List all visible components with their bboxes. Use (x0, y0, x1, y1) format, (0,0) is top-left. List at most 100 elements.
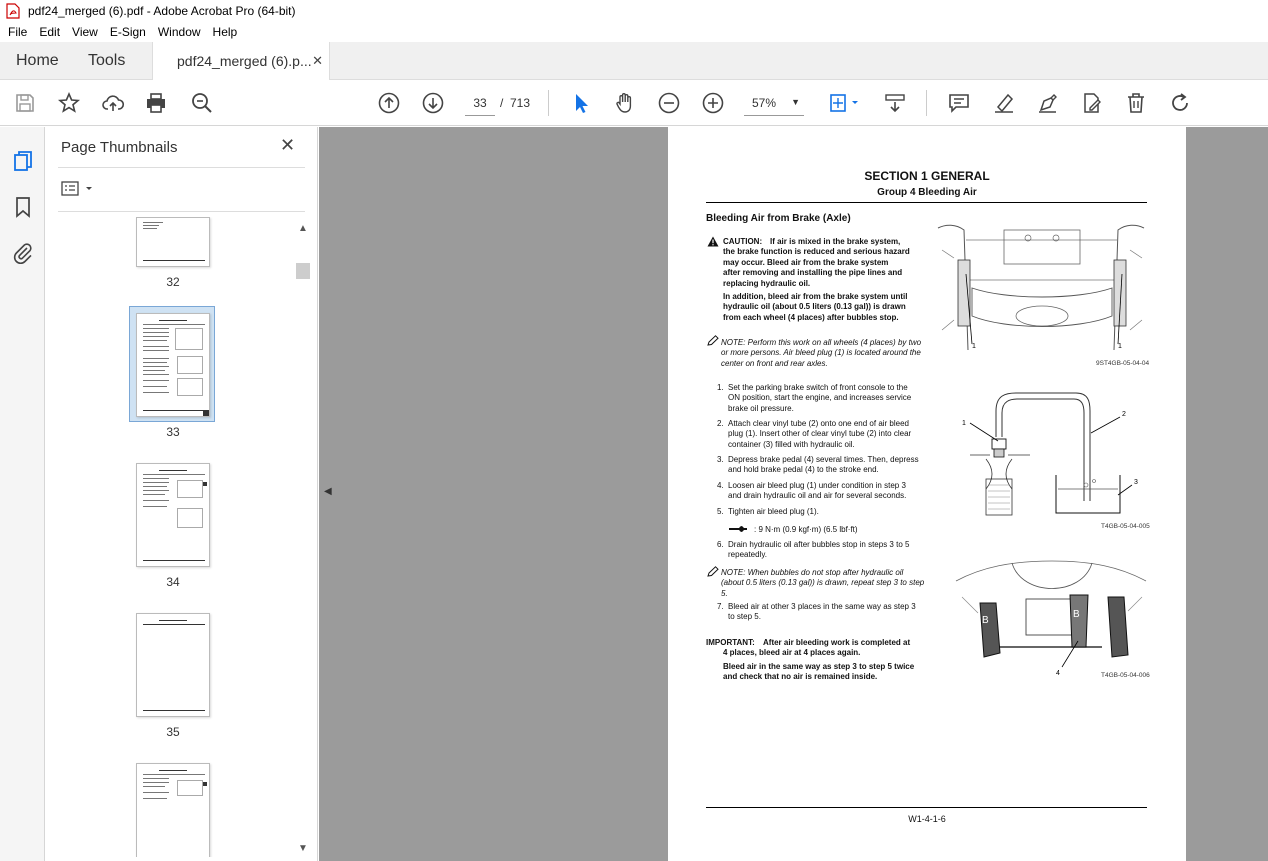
document-viewport[interactable]: ◀ SECTION 1 GENERAL Group 4 Bleeding Air… (319, 127, 1268, 861)
thumbnail-options-button[interactable] (60, 179, 96, 199)
attachment-icon[interactable] (11, 241, 35, 265)
note-line: 5. (721, 588, 728, 598)
step-line: Tighten air bleed plug (1). (728, 507, 819, 516)
menu-view[interactable]: View (66, 25, 104, 39)
close-icon[interactable]: ✕ (280, 135, 295, 156)
footer-rule (706, 807, 1147, 808)
scroll-thumb[interactable] (296, 263, 310, 279)
note-pencil-icon (707, 566, 719, 577)
figure-callout: 1 (962, 420, 966, 427)
hand-tool-icon[interactable] (613, 91, 637, 115)
tab-home[interactable]: Home (16, 52, 59, 70)
next-page-icon[interactable] (421, 91, 445, 115)
thumbnail-label: 32 (166, 275, 180, 289)
page-footer: W1-4-1-6 (908, 814, 946, 824)
wrench-icon (729, 526, 747, 532)
zoom-select[interactable]: 57% ▼ (744, 90, 804, 116)
select-cursor-icon[interactable] (569, 91, 593, 115)
thumbnail-label: 35 (166, 725, 180, 739)
caution-line: If air is mixed in the brake system, (770, 237, 901, 246)
tab-bar: Home Tools pdf24_merged (6).p... ✕ (0, 42, 1268, 81)
caution-line: may occur. Bleed air from the brake syst… (723, 257, 889, 267)
tab-tools[interactable]: Tools (88, 52, 125, 70)
tab-document-label: pdf24_merged (6).p... (177, 53, 312, 69)
save-icon[interactable] (13, 91, 37, 115)
scroll-up-icon[interactable]: ▲ (298, 223, 308, 234)
figure-callout: 1 (1118, 343, 1122, 350)
delete-icon[interactable] (1124, 91, 1148, 115)
rotate-icon[interactable] (1168, 91, 1192, 115)
draw-sign-icon[interactable] (1036, 91, 1060, 115)
note-line: NOTE: When bubbles do not stop after hyd… (721, 568, 904, 577)
menu-window[interactable]: Window (152, 25, 207, 39)
torque-spec: : 9 N·m (0.9 kgf·m) (6.5 lbf·ft) (754, 525, 858, 534)
step-number: 2. (717, 419, 724, 428)
divider (58, 211, 305, 212)
menu-help[interactable]: Help (207, 25, 244, 39)
cloud-upload-icon[interactable] (101, 91, 125, 115)
caution-line: replacing hydraulic oil. (723, 278, 811, 288)
scroll-down-icon[interactable]: ▼ (298, 843, 308, 854)
important-line: After air bleeding work is completed at (763, 638, 911, 647)
step-line: container (3) filled with hydraulic oil. (728, 439, 855, 449)
thumbnails-scrollbar[interactable]: ▲ ▼ (296, 219, 310, 857)
fit-page-icon[interactable] (828, 91, 862, 115)
toolbar-divider (548, 90, 549, 116)
zoom-value: 57% (752, 96, 777, 110)
warning-icon (707, 236, 719, 247)
thumbnail-page-36[interactable] (136, 763, 210, 857)
brake-pedal-figure: B B 4 (955, 560, 1147, 677)
step-line: plug (1). Insert other of clear vinyl tu… (728, 429, 912, 439)
step-line: Bleed air at other 3 places in the same … (728, 602, 916, 611)
acrobat-pdf-icon (6, 3, 20, 19)
title-bar: pdf24_merged (6).pdf - Adobe Acrobat Pro… (0, 0, 1268, 22)
menu-edit[interactable]: Edit (33, 25, 66, 39)
step-line: to step 5. (728, 612, 761, 622)
page-separator: / (500, 96, 504, 110)
tab-document[interactable]: pdf24_merged (6).p... ✕ (152, 42, 330, 81)
panel-title: Page Thumbnails (61, 139, 178, 156)
figure-callout: 1 (972, 343, 976, 350)
note-line: center on front and rear axles. (721, 358, 828, 368)
tab-close-icon[interactable]: ✕ (312, 53, 323, 69)
step-line: repeatedly. (728, 550, 767, 560)
menu-esign[interactable]: E-Sign (104, 25, 152, 39)
edit-pdf-icon[interactable] (1080, 91, 1104, 115)
caution-label: CAUTION: (723, 237, 763, 246)
star-icon[interactable] (57, 91, 81, 115)
note-line: NOTE: Perform this work on all wheels (4… (721, 338, 922, 347)
caution-line: the brake function is reduced and seriou… (723, 247, 910, 257)
thumbnail-page-32[interactable] (136, 217, 210, 267)
menu-file[interactable]: File (2, 25, 33, 39)
figure-callout: 2 (1122, 411, 1126, 418)
figure-callout: B (1073, 609, 1080, 620)
collapse-panel-icon[interactable]: ◀ (324, 486, 332, 497)
note-line: or more persons. Air bleed plug (1) is l… (721, 348, 921, 358)
zoom-search-icon[interactable] (190, 91, 214, 115)
window-title: pdf24_merged (6).pdf - Adobe Acrobat Pro… (28, 4, 296, 18)
step-line: Attach clear vinyl tube (2) onto one end… (728, 419, 909, 428)
highlight-pen-icon[interactable] (992, 91, 1016, 115)
thumbnail-page-35[interactable] (136, 613, 210, 717)
bleed-tube-figure: 1 2 3 (962, 392, 1138, 516)
thumbnail-page-34[interactable] (136, 463, 210, 567)
thumbnail-page-33[interactable] (136, 313, 210, 417)
figure-callout: 3 (1134, 479, 1138, 486)
caution-line: from each wheel (4 places) after bubbles… (723, 312, 899, 322)
print-icon[interactable] (144, 91, 168, 115)
page-heading: Bleeding Air from Brake (Axle) (706, 213, 851, 224)
previous-page-icon[interactable] (377, 91, 401, 115)
step-line: Drain hydraulic oil after bubbles stop i… (728, 540, 910, 549)
section-title: SECTION 1 GENERAL (864, 169, 990, 183)
page-number-input[interactable]: 33 (465, 90, 495, 116)
thumbnails-panel: Page Thumbnails ✕ 32 33 34 35 ▲ ▼ (46, 127, 318, 861)
scroll-mode-icon[interactable] (883, 91, 907, 115)
axle-figure: 1 1 (937, 222, 1146, 353)
bookmark-icon[interactable] (11, 195, 35, 219)
comment-icon[interactable] (947, 91, 971, 115)
figure-caption: T4GB-05-04-006 (1101, 672, 1150, 679)
chevron-down-icon: ▼ (791, 97, 800, 107)
zoom-in-icon[interactable] (701, 91, 725, 115)
zoom-out-icon[interactable] (657, 91, 681, 115)
page-thumbnails-icon[interactable] (11, 149, 35, 173)
